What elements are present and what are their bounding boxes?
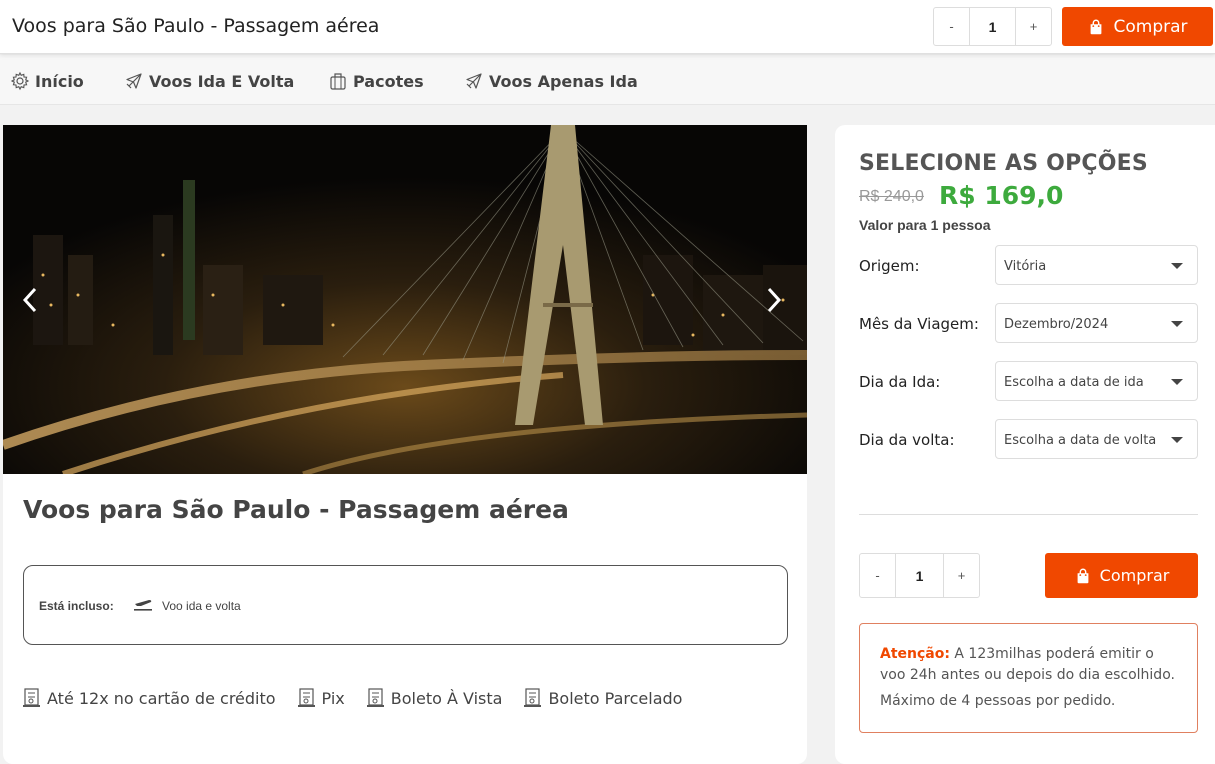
shopping-bag-icon — [1091, 19, 1102, 34]
nav-item-label: Pacotes — [353, 71, 424, 91]
return-day-select[interactable]: Escolha a data de volta — [995, 419, 1198, 459]
travel-month-select[interactable]: Dezembro/2024 — [995, 303, 1198, 343]
origin-label: Origem: — [859, 257, 920, 275]
nav-item-label: Voos Ida E Volta — [149, 71, 295, 91]
carousel-prev-arrow-icon[interactable] — [19, 285, 43, 315]
payment-label: Até 12x no cartão de crédito — [47, 688, 276, 708]
nav-item-label: Voos Apenas Ida — [489, 71, 638, 91]
decrease-quantity-button[interactable]: - — [934, 8, 969, 45]
gear-icon — [10, 71, 30, 91]
return-day-select-value: Escolha a data de volta — [1004, 433, 1157, 448]
product-image-carousel — [3, 125, 807, 474]
buy-button-label: Comprar — [1099, 566, 1170, 585]
chevron-down-icon — [1171, 263, 1183, 269]
payment-label: Pix — [321, 688, 345, 708]
notice-attention-label: Atenção: — [880, 646, 950, 662]
plane-icon — [466, 73, 482, 89]
carousel-next-arrow-icon[interactable] — [761, 285, 785, 315]
payment-pix: Pix — [297, 688, 345, 708]
departure-day-select[interactable]: Escolha a data de ida — [995, 361, 1198, 401]
buy-button-label: Comprar — [1113, 16, 1188, 37]
buy-button[interactable]: Comprar — [1045, 553, 1198, 598]
return-day-label: Dia da volta: — [859, 431, 955, 449]
payment-boleto-parcelado: Boleto Parcelado — [524, 688, 682, 708]
flight-departure-icon — [134, 600, 152, 611]
departure-day-select-value: Escolha a data de ida — [1004, 375, 1144, 390]
included-value: Voo ida e volta — [162, 599, 241, 613]
receipt-icon — [524, 688, 542, 707]
payment-boleto-vista: Boleto À Vista — [366, 688, 503, 708]
quantity-value[interactable]: 1 — [895, 554, 944, 597]
origin-select[interactable]: Vitória — [995, 245, 1198, 285]
receipt-icon — [366, 688, 384, 707]
nav-item-label: Início — [35, 71, 84, 91]
page-title: Voos para São Paulo - Passagem aérea — [12, 15, 380, 37]
quantity-stepper: - 1 + — [859, 553, 980, 598]
payment-label: Boleto À Vista — [390, 688, 503, 708]
payment-label: Boleto Parcelado — [548, 688, 683, 708]
included-box: Está incluso: Voo ida e volta — [23, 565, 788, 645]
decrease-quantity-button[interactable]: - — [860, 554, 895, 597]
origin-select-value: Vitória — [1004, 259, 1047, 274]
nav-item-pacotes[interactable]: Pacotes — [328, 71, 424, 91]
divider — [859, 514, 1198, 515]
top-bar: Voos para São Paulo - Passagem aérea - 1… — [0, 0, 1215, 54]
notice-max-people: Máximo de 4 pessoas por pedido. — [880, 693, 1116, 709]
travel-month-select-value: Dezembro/2024 — [1004, 317, 1109, 332]
receipt-icon — [23, 688, 40, 707]
nav-item-inicio[interactable]: Início — [10, 71, 84, 91]
payment-methods: Até 12x no cartão de crédito Pix Boleto … — [23, 688, 682, 708]
buy-button[interactable]: Comprar — [1062, 7, 1213, 46]
increase-quantity-button[interactable]: + — [944, 554, 979, 597]
chevron-down-icon — [1171, 437, 1183, 443]
payment-credit-card: Até 12x no cartão de crédito — [23, 688, 276, 708]
attention-notice: Atenção: A 123milhas poderá emitir o voo… — [859, 623, 1198, 733]
shopping-bag-icon — [1077, 568, 1089, 583]
options-panel: SELECIONE AS OPÇÕES R$ 240,0 R$ 169,0 Va… — [835, 125, 1215, 764]
plane-icon — [126, 73, 142, 89]
sale-price: R$ 169,0 — [939, 181, 1064, 210]
options-title: SELECIONE AS OPÇÕES — [859, 151, 1148, 176]
departure-day-label: Dia da Ida: — [859, 373, 941, 391]
luggage-icon — [330, 73, 346, 90]
product-title: Voos para São Paulo - Passagem aérea — [23, 495, 569, 524]
quantity-value[interactable]: 1 — [969, 8, 1016, 45]
sao-paulo-bridge-photo — [3, 125, 807, 474]
price-per-person-note: Valor para 1 pessoa — [859, 217, 991, 233]
increase-quantity-button[interactable]: + — [1016, 8, 1051, 45]
main-nav: Início Voos Ida E Volta Pacotes Voos Ape… — [0, 55, 1215, 105]
quantity-stepper: - 1 + — [933, 7, 1052, 46]
nav-item-voos-apenas-ida[interactable]: Voos Apenas Ida — [464, 71, 638, 91]
nav-item-voos-ida-volta[interactable]: Voos Ida E Volta — [124, 71, 294, 91]
included-label: Está incluso: — [39, 599, 114, 613]
chevron-down-icon — [1171, 321, 1183, 327]
notice-line: Atenção: A 123milhas poderá emitir o voo… — [880, 644, 1177, 686]
travel-month-label: Mês da Viagem: — [859, 315, 979, 333]
chevron-down-icon — [1171, 379, 1183, 385]
original-price: R$ 240,0 — [859, 188, 924, 205]
receipt-icon — [297, 688, 315, 707]
product-card: Voos para São Paulo - Passagem aérea Est… — [3, 125, 807, 764]
